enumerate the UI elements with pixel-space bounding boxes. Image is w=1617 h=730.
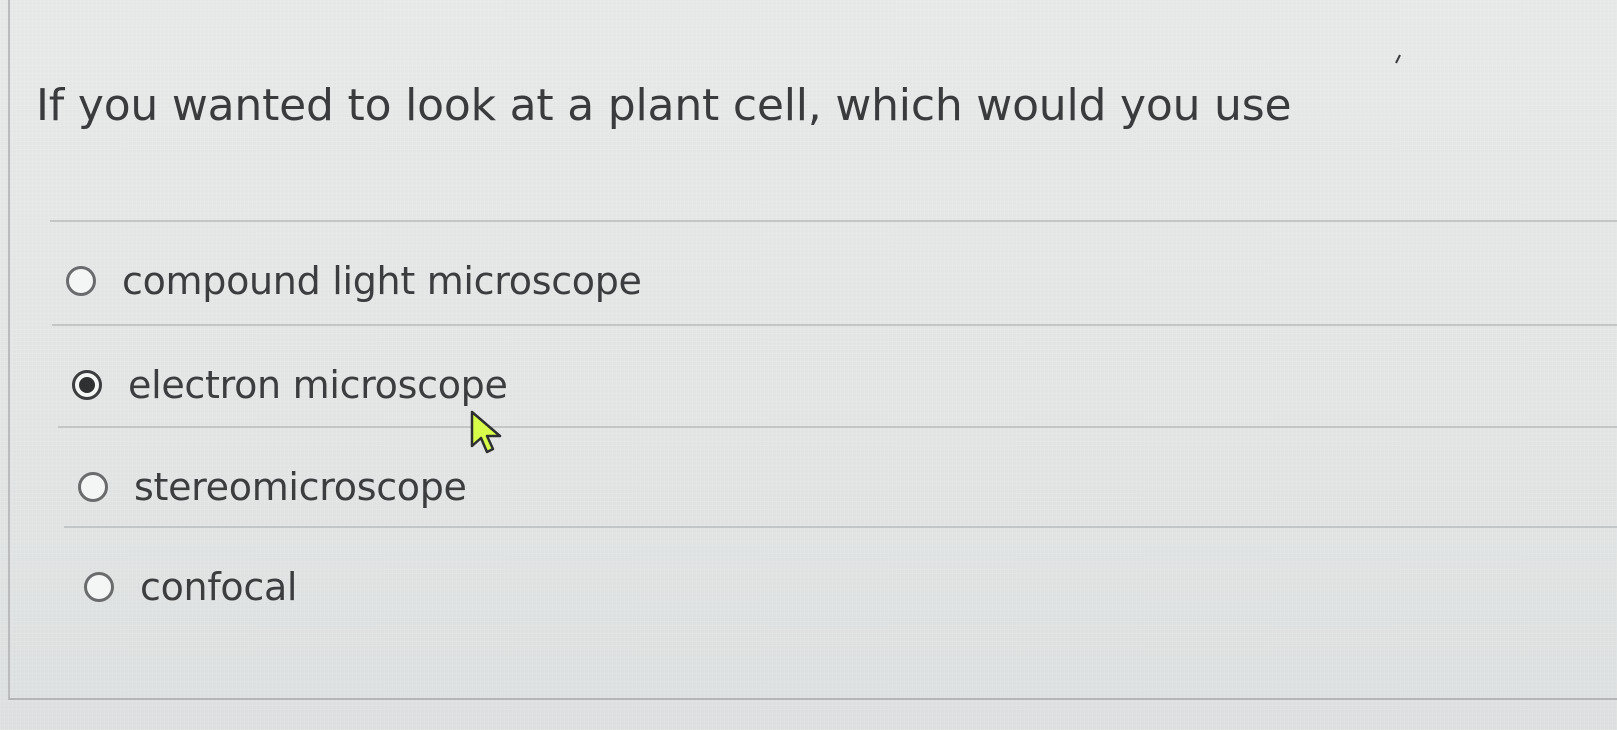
mouse-pointer-icon	[470, 410, 502, 454]
radio-button[interactable]	[78, 472, 108, 502]
answer-label: compound light microscope	[122, 259, 642, 303]
answer-option-confocal[interactable]: confocal	[84, 556, 298, 618]
divider	[50, 220, 1617, 222]
radio-button[interactable]	[84, 572, 114, 602]
answer-option-stereomicroscope[interactable]: stereomicroscope	[78, 456, 467, 518]
screen: If you wanted to look at a plant cell, w…	[0, 0, 1617, 730]
divider	[58, 426, 1617, 428]
question-text: If you wanted to look at a plant cell, w…	[36, 80, 1292, 131]
divider	[64, 526, 1617, 528]
divider	[52, 324, 1617, 326]
radio-button-selected[interactable]	[72, 370, 102, 400]
answer-label: stereomicroscope	[134, 465, 467, 509]
answer-option-compound-light-microscope[interactable]: compound light microscope	[66, 250, 642, 312]
answer-option-electron-microscope[interactable]: electron microscope	[72, 354, 508, 416]
question-panel: If you wanted to look at a plant cell, w…	[8, 0, 1617, 700]
answer-label: confocal	[140, 565, 298, 609]
answer-label: electron microscope	[128, 363, 508, 407]
radio-button[interactable]	[66, 266, 96, 296]
